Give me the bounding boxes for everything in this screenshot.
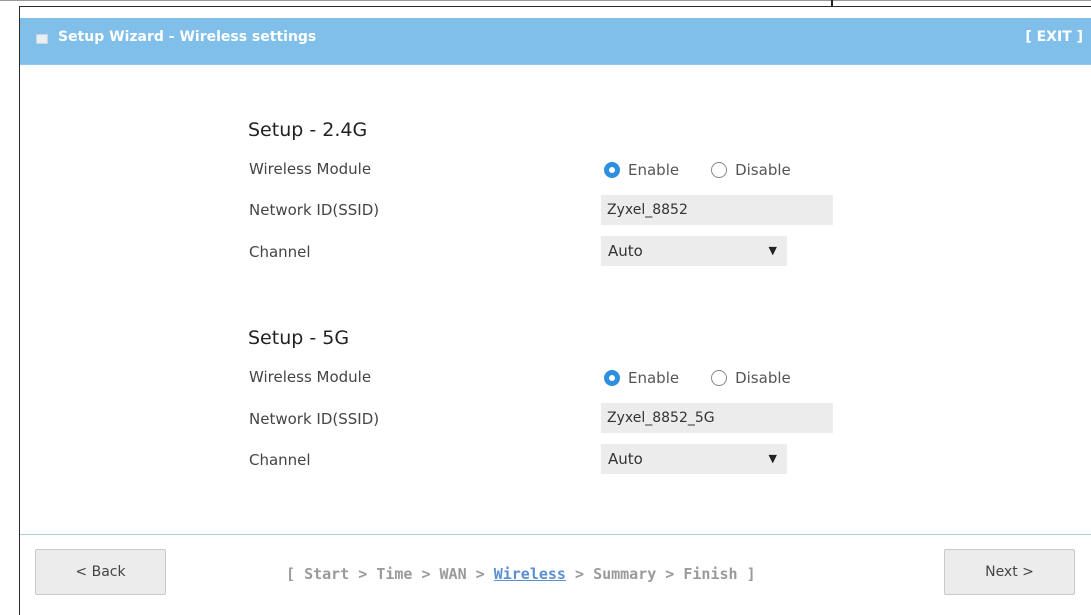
channel-label-2g: Channel bbox=[249, 243, 311, 261]
section-title-5g: Setup - 5G bbox=[248, 327, 350, 349]
ssid-input-5g[interactable]: Zyxel_8852_5G bbox=[601, 403, 833, 433]
channel-select-5g[interactable]: Auto ▼ bbox=[601, 444, 787, 474]
enable-label-2g[interactable]: Enable bbox=[628, 161, 679, 179]
footer-divider bbox=[20, 534, 1091, 535]
ssid-input-2g[interactable]: Zyxel_8852 bbox=[601, 195, 833, 225]
step-sep: > bbox=[349, 565, 377, 583]
step-sep: > bbox=[412, 565, 440, 583]
step-start: Start bbox=[304, 565, 350, 583]
enable-radio-2g[interactable] bbox=[604, 162, 620, 178]
steps-open: [ bbox=[286, 565, 305, 583]
wireless-module-radio-group-2g: Enable Disable bbox=[604, 159, 823, 181]
ssid-label-2g: Network ID(SSID) bbox=[249, 201, 380, 219]
top-border bbox=[0, 0, 1091, 1]
dropdown-arrow-icon: ▼ bbox=[768, 244, 777, 257]
section-title-2g: Setup - 2.4G bbox=[248, 119, 368, 141]
step-sep: > bbox=[565, 565, 594, 583]
step-time: Time bbox=[376, 565, 413, 583]
wireless-module-radio-group-5g: Enable Disable bbox=[604, 367, 823, 389]
disable-radio-5g[interactable] bbox=[711, 370, 728, 386]
wireless-module-label-5g: Wireless Module bbox=[249, 368, 372, 386]
dropdown-arrow-icon: ▼ bbox=[768, 452, 777, 465]
disable-label-2g[interactable]: Disable bbox=[735, 161, 791, 179]
steps-close: ] bbox=[737, 565, 756, 583]
disable-label-5g[interactable]: Disable bbox=[735, 369, 791, 387]
disable-radio-2g[interactable] bbox=[711, 162, 728, 178]
step-sep: > bbox=[656, 565, 684, 583]
page-title: Setup Wizard - Wireless settings bbox=[58, 29, 317, 45]
step-summary: Summary bbox=[593, 565, 657, 583]
channel-value-2g: Auto bbox=[608, 242, 643, 260]
wizard-frame bbox=[19, 6, 1091, 615]
step-sep: > bbox=[466, 565, 494, 583]
channel-label-5g: Channel bbox=[249, 451, 311, 469]
wizard-steps: [ Start > Time > WAN > Wireless > Summar… bbox=[286, 565, 756, 583]
step-finish: Finish bbox=[683, 565, 738, 583]
enable-label-5g[interactable]: Enable bbox=[628, 369, 679, 387]
enable-radio-5g[interactable] bbox=[604, 370, 620, 386]
title-bar: Setup Wizard - Wireless settings [ EXIT … bbox=[20, 18, 1091, 65]
wireless-module-label-2g: Wireless Module bbox=[249, 160, 372, 178]
channel-value-5g: Auto bbox=[608, 450, 643, 468]
step-wireless[interactable]: Wireless bbox=[494, 565, 566, 583]
next-button[interactable]: Next > bbox=[944, 549, 1075, 595]
channel-select-2g[interactable]: Auto ▼ bbox=[601, 236, 787, 266]
ssid-label-5g: Network ID(SSID) bbox=[249, 410, 380, 428]
exit-link[interactable]: [ EXIT ] bbox=[1025, 29, 1083, 45]
step-wan: WAN bbox=[439, 565, 467, 583]
back-button[interactable]: < Back bbox=[35, 549, 166, 595]
window-icon bbox=[36, 34, 48, 44]
